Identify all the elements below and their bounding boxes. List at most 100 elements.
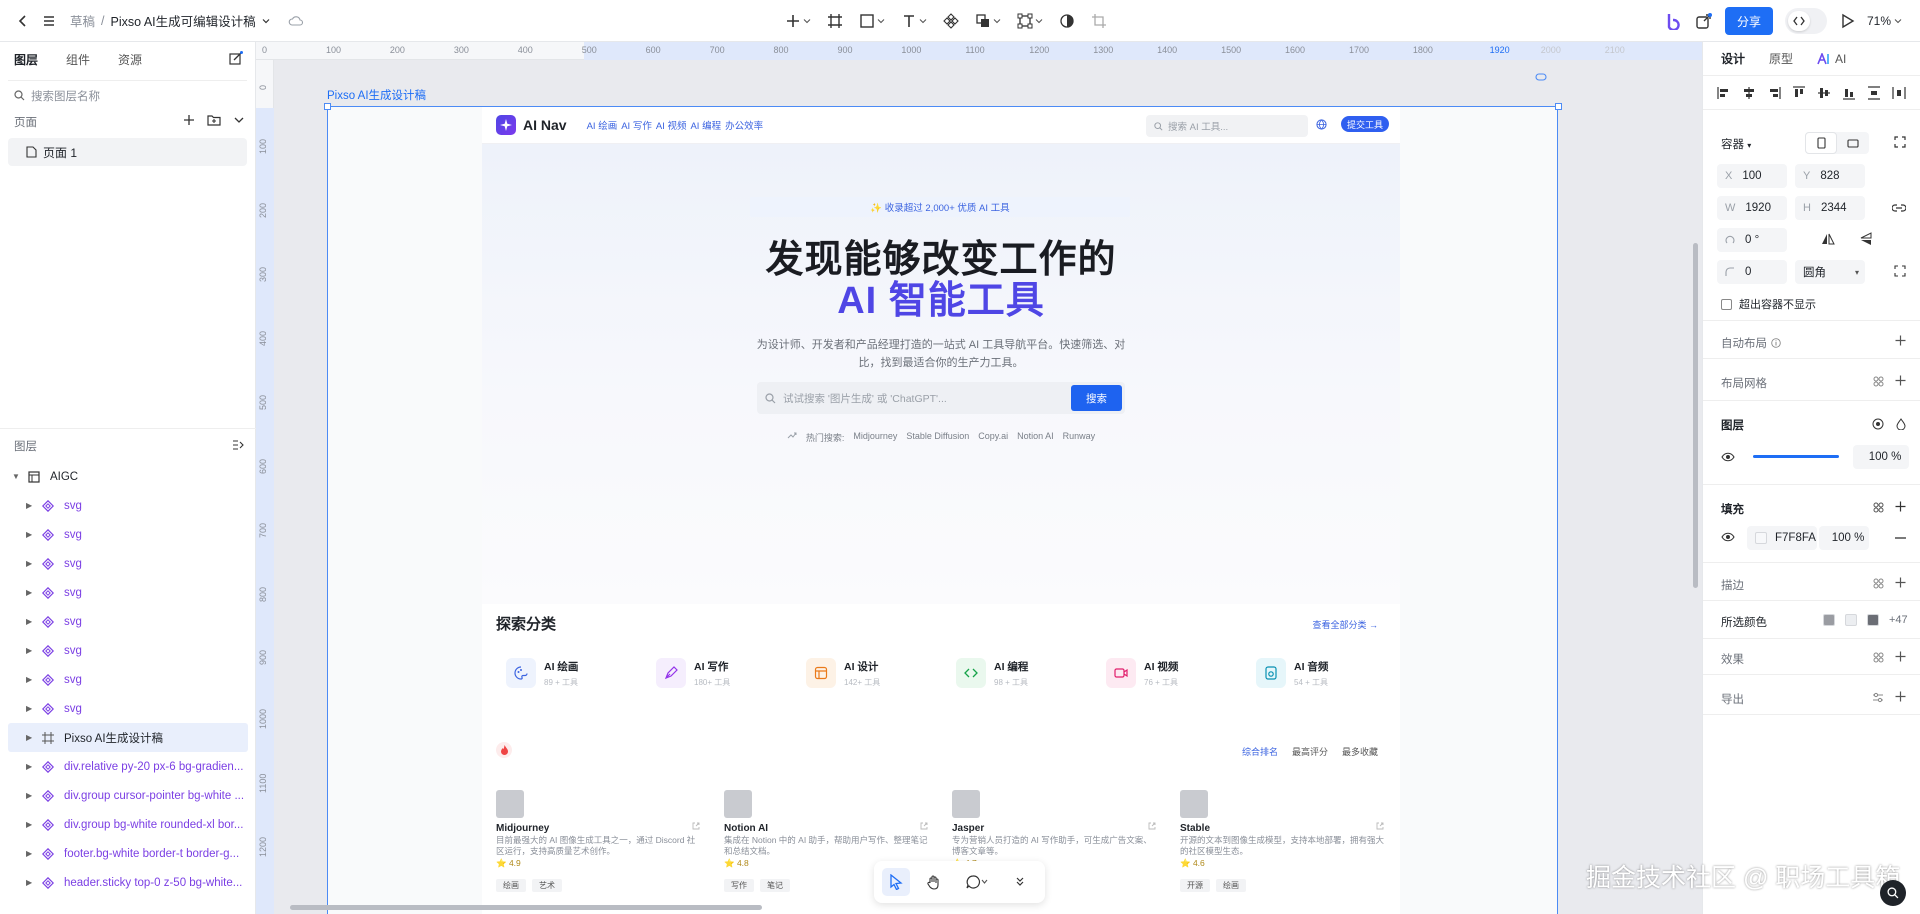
add-fill-icon[interactable] (1895, 501, 1906, 512)
layer-row[interactable]: ▶ svg (0, 694, 256, 723)
caret-right-icon[interactable]: ▶ (26, 849, 40, 858)
fill-color-field[interactable]: F7F8FA (1747, 526, 1817, 550)
file-name[interactable]: Pixso AI生成可编辑设计稿 (111, 11, 256, 30)
add-stroke-icon[interactable] (1895, 577, 1906, 588)
y-field[interactable]: Y 828 (1795, 164, 1865, 188)
flip-horizontal-icon[interactable] (1821, 232, 1835, 246)
distribute-vertical-icon[interactable] (1867, 85, 1881, 100)
caret-right-icon[interactable]: ▶ (26, 559, 40, 568)
align-top-icon[interactable] (1792, 85, 1806, 100)
container-label[interactable]: 容器 ▾ (1721, 136, 1751, 152)
layer-row[interactable]: ▶ svg (0, 607, 256, 636)
caret-right-icon[interactable]: ▶ (26, 704, 40, 713)
distribute-horizontal-icon[interactable] (1892, 86, 1906, 100)
zoom-menu[interactable]: 71% (1867, 14, 1902, 28)
caret-right-icon[interactable]: ▶ (26, 675, 40, 684)
collapse-all-icon[interactable] (232, 440, 244, 450)
align-center-h-icon[interactable] (1742, 86, 1756, 100)
align-left-icon[interactable] (1717, 86, 1731, 100)
color-swatch[interactable] (1845, 614, 1857, 626)
comment-tool[interactable] (958, 868, 996, 896)
frame-label[interactable]: Pixso AI生成设计稿 (327, 87, 426, 103)
add-tool[interactable] (782, 7, 814, 35)
floating-search-button[interactable] (1880, 880, 1906, 906)
independent-corners-icon[interactable] (1894, 265, 1906, 277)
tab-prototype[interactable]: 原型 (1769, 50, 1793, 67)
constrain-proportions-icon[interactable] (1892, 202, 1906, 214)
chevron-down-icon[interactable] (262, 17, 270, 25)
caret-right-icon[interactable]: ▶ (26, 588, 40, 597)
layer-row[interactable]: ▶ svg (0, 578, 256, 607)
layer-row[interactable]: ▶ div.relative py-20 px-6 bg-gradien... (0, 752, 256, 781)
fill-swatch[interactable] (1755, 532, 1767, 544)
styles-grid-icon[interactable] (1873, 578, 1884, 589)
folder-icon[interactable] (207, 114, 221, 126)
fill-opacity-field[interactable]: 100 % (1819, 526, 1869, 550)
caret-right-icon[interactable]: ▶ (26, 733, 40, 742)
blend-target-icon[interactable] (1872, 418, 1884, 430)
tab-ai[interactable]: AI (1817, 52, 1846, 66)
tab-assets[interactable]: 资源 (118, 51, 142, 68)
crop-tool[interactable] (1088, 7, 1110, 35)
menu-icon[interactable] (36, 8, 62, 34)
resize-handle[interactable] (1555, 103, 1562, 110)
add-auto-layout-icon[interactable] (1895, 335, 1906, 346)
layer-search[interactable]: 搜索图层名称 (8, 80, 247, 106)
caret-right-icon[interactable]: ▶ (26, 762, 40, 771)
caret-right-icon[interactable]: ▶ (26, 791, 40, 800)
width-field[interactable]: W 1920 (1717, 196, 1787, 220)
plugin-icon[interactable] (1695, 12, 1713, 30)
back-icon[interactable] (10, 8, 36, 34)
hand-tool[interactable] (920, 868, 948, 896)
height-field[interactable]: H 2344 (1795, 196, 1865, 220)
clip-content-checkbox[interactable]: 超出容器不显示 (1721, 296, 1816, 312)
align-right-icon[interactable] (1767, 86, 1781, 100)
play-icon[interactable] (1839, 13, 1855, 29)
tab-layers[interactable]: 图层 (14, 51, 38, 68)
layer-row[interactable]: ▶ svg (0, 549, 256, 578)
styles-grid-icon[interactable] (1873, 376, 1884, 387)
tab-design[interactable]: 设计 (1721, 50, 1745, 67)
share-button[interactable]: 分享 (1724, 7, 1773, 35)
layer-root-aigc[interactable]: ▼ AIGC (0, 462, 256, 491)
caret-right-icon[interactable]: ▶ (26, 878, 40, 887)
remove-fill-icon[interactable] (1895, 537, 1906, 539)
styles-grid-icon[interactable] (1873, 502, 1884, 513)
resize-handle[interactable] (324, 103, 331, 110)
layer-row[interactable]: ▶ div.group cursor-pointer bg-white ... (0, 781, 256, 810)
mask-tool[interactable] (1056, 7, 1078, 35)
opacity-slider[interactable] (1753, 455, 1839, 458)
vertical-scrollbar[interactable] (1693, 243, 1698, 588)
layer-row[interactable]: ▶ Pixso AI生成设计稿 (8, 723, 248, 752)
caret-right-icon[interactable]: ▶ (26, 646, 40, 655)
more-colors-count[interactable]: +47 (1889, 614, 1908, 626)
caret-right-icon[interactable]: ▶ (26, 617, 40, 626)
landscape-icon[interactable] (1837, 132, 1869, 154)
blend-mode-icon[interactable] (1896, 418, 1906, 430)
rectangle-tool[interactable] (856, 7, 888, 35)
corner-type-select[interactable]: 圆角 ▾ (1795, 260, 1865, 284)
caret-right-icon[interactable]: ▶ (26, 530, 40, 539)
flip-vertical-icon[interactable] (1859, 232, 1873, 246)
move-tool[interactable] (882, 868, 910, 896)
info-icon[interactable] (1771, 338, 1781, 348)
add-page-icon[interactable] (183, 114, 195, 126)
layer-row[interactable]: ▶ footer.bg-white border-t border-g... (0, 839, 256, 868)
align-bottom-icon[interactable] (1842, 86, 1856, 100)
canvas[interactable]: Pixso AI生成设计稿 AI Nav AI 绘画 AI 写作 AI 视频 A… (275, 61, 1702, 914)
link-icon[interactable] (1535, 73, 1547, 81)
component-tool[interactable] (940, 7, 962, 35)
frame-tool[interactable] (824, 7, 846, 35)
edit-icon[interactable] (229, 51, 243, 65)
tab-components[interactable]: 组件 (66, 51, 90, 68)
export-settings-icon[interactable] (1872, 692, 1884, 703)
styles-grid-icon[interactable] (1873, 652, 1884, 663)
rotation-field[interactable]: 0 ° (1717, 228, 1787, 252)
boolean-tool[interactable] (972, 7, 1004, 35)
caret-right-icon[interactable]: ▶ (26, 501, 40, 510)
fit-content-icon[interactable] (1894, 136, 1906, 148)
dev-mode-toggle[interactable] (1784, 8, 1827, 34)
ai-brand-icon[interactable] (1665, 12, 1683, 30)
layer-row[interactable]: ▶ header.sticky top-0 z-50 bg-white... (0, 868, 256, 897)
more-tools[interactable] (1006, 868, 1034, 896)
